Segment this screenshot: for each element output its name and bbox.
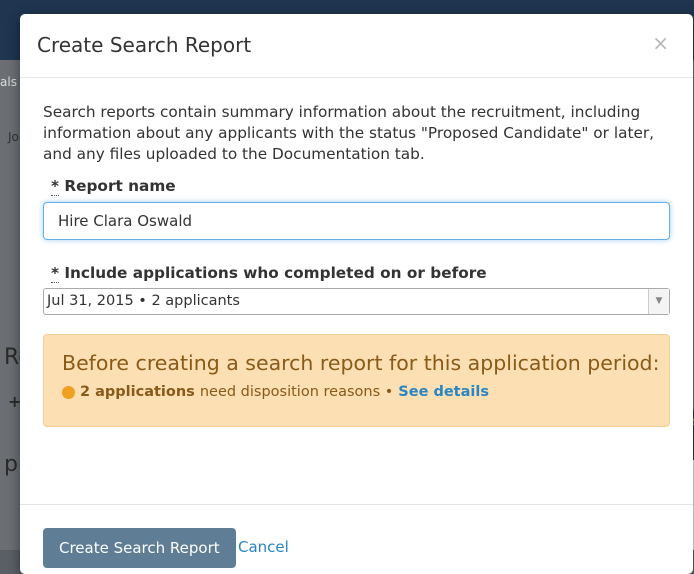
report-name-input[interactable]: [43, 202, 670, 240]
applications-cutoff-label: * Include applications who completed on …: [51, 264, 671, 283]
alert-count: 2 applications: [80, 384, 195, 400]
disposition-warning-alert: Before creating a search report for this…: [43, 334, 670, 427]
background-text-fragment: als: [0, 75, 17, 89]
required-marker: *: [51, 264, 59, 283]
alert-detail: 2 applications need disposition reasons …: [62, 384, 669, 400]
report-name-label: * Report name: [51, 177, 671, 196]
alert-text: need disposition reasons •: [199, 384, 394, 400]
chevron-down-icon[interactable]: ▼: [648, 289, 669, 314]
selected-cutoff-value: Jul 31, 2015 • 2 applicants: [47, 293, 240, 309]
report-name-label-text: Report name: [64, 177, 176, 195]
warning-dot-icon: [62, 385, 75, 399]
create-search-report-button[interactable]: Create Search Report: [43, 528, 236, 568]
modal-title: Create Search Report: [37, 33, 252, 57]
background-text-fragment: Jo: [8, 130, 19, 144]
close-icon[interactable]: ×: [646, 30, 675, 56]
see-details-link[interactable]: See details: [398, 384, 489, 400]
create-search-report-modal: Create Search Report × Search reports co…: [20, 14, 693, 574]
modal-footer-divider: [20, 504, 693, 505]
required-marker: *: [51, 177, 59, 196]
intro-text: Search reports contain summary informati…: [43, 103, 655, 163]
cancel-button[interactable]: Cancel: [238, 538, 289, 556]
applications-cutoff-label-text: Include applications who completed on or…: [64, 264, 487, 282]
modal-body: Search reports contain summary informati…: [43, 102, 671, 427]
modal-header: Create Search Report ×: [20, 14, 693, 78]
alert-heading: Before creating a search report for this…: [62, 351, 660, 375]
background-text-fragment: p: [4, 452, 18, 477]
applications-cutoff-select[interactable]: Jul 31, 2015 • 2 applicants ▼: [43, 288, 670, 315]
